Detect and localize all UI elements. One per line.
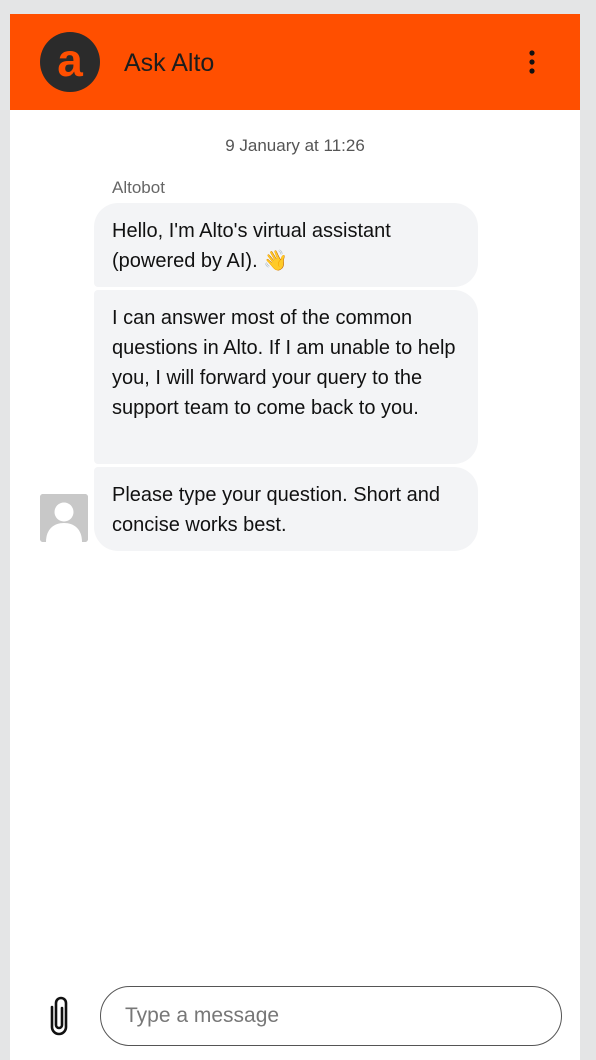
- message-bubble: I can answer most of the common question…: [94, 290, 478, 464]
- attach-file-button[interactable]: [44, 994, 74, 1038]
- message-input[interactable]: [100, 986, 562, 1046]
- paperclip-icon: [50, 996, 68, 1036]
- message-bubble: Hello, I'm Alto's virtual assistant (pow…: [94, 203, 478, 287]
- alto-logo-icon: a: [40, 32, 100, 92]
- chat-widget: a Ask Alto 9 January at 11:26 Altobot He…: [10, 14, 580, 1060]
- bot-avatar: [40, 494, 88, 542]
- sender-name: Altobot: [112, 178, 165, 197]
- message-bubble: Please type your question. Short and con…: [94, 467, 478, 551]
- more-options-button[interactable]: [518, 48, 546, 76]
- conversation-timestamp: 9 January at 11:26: [225, 136, 365, 155]
- chat-header: a Ask Alto: [10, 14, 580, 110]
- chat-title: Ask Alto: [124, 49, 215, 77]
- vertical-ellipsis-icon: [529, 50, 535, 74]
- default-user-avatar-icon: [40, 494, 88, 542]
- logo-letter: a: [57, 34, 83, 86]
